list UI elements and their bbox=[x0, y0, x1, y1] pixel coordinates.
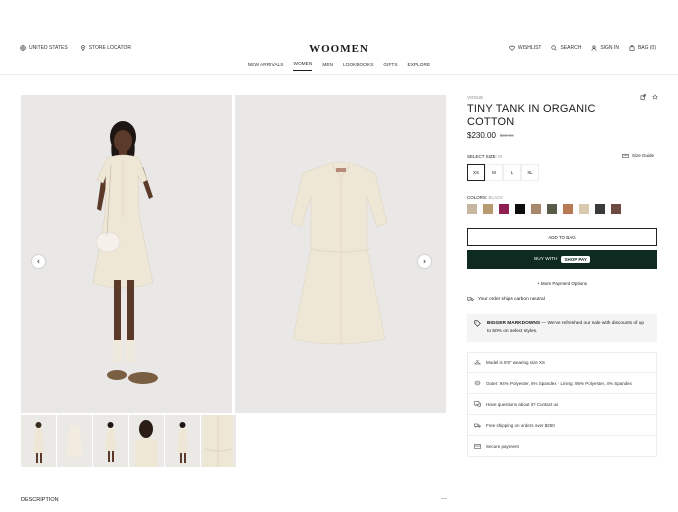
color-swatch-5[interactable] bbox=[531, 204, 541, 214]
share-icon[interactable] bbox=[640, 94, 646, 100]
shop-pay-button[interactable]: BUY WITH shop Pay bbox=[467, 250, 657, 269]
product-actions bbox=[640, 94, 658, 100]
nav-new-arrivals[interactable]: NEW ARRIVALS bbox=[248, 63, 284, 71]
description-toggle[interactable]: DESCRIPTION bbox=[21, 497, 59, 503]
colors-label-text: COLORS: bbox=[467, 195, 488, 200]
tag-icon bbox=[474, 320, 481, 327]
size-option-m[interactable]: M bbox=[485, 164, 503, 181]
search-label: SEARCH bbox=[560, 45, 582, 51]
sign-in-link[interactable]: SIGN IN bbox=[591, 45, 619, 51]
markdown-banner: BIGGER MARKDOWNS — We've refreshed our s… bbox=[467, 314, 657, 342]
truck-leaf-icon bbox=[467, 296, 474, 302]
original-price: $69.95 bbox=[499, 133, 514, 138]
color-swatch-6[interactable] bbox=[547, 204, 557, 214]
size-guide-link[interactable]: Size Guide bbox=[622, 153, 654, 158]
shop-pay-logo: shop Pay bbox=[561, 256, 590, 263]
thumbnail-1[interactable] bbox=[21, 415, 56, 467]
thumbnail-5[interactable] bbox=[165, 415, 200, 467]
info-row-payment: Secure payment bbox=[467, 436, 657, 457]
bag-label: BAG (0) bbox=[637, 45, 656, 51]
price-block: $230.00 $69.95 bbox=[467, 131, 514, 140]
wishlist-link[interactable]: WISHLIST bbox=[509, 45, 542, 51]
hanger-icon bbox=[474, 360, 481, 365]
info-row-fabric: Outer: 94% Polyester, 6% Spandex · Linin… bbox=[467, 373, 657, 394]
size-selector: XS M L XL bbox=[467, 164, 539, 181]
heart-icon bbox=[509, 45, 515, 51]
colors-label: COLORS: BLACK bbox=[467, 195, 503, 200]
gallery-next-button[interactable] bbox=[418, 255, 431, 268]
info-row-contact[interactable]: Have questions about it? Contact us bbox=[467, 394, 657, 415]
header-right: WISHLIST SEARCH SIGN IN BAG (0) bbox=[509, 45, 656, 51]
gallery-prev-button[interactable] bbox=[32, 255, 45, 268]
thumbnail-3[interactable] bbox=[93, 415, 128, 467]
chevron-left-icon bbox=[36, 259, 41, 264]
info-text-model: Model is 5'8" wearing size XS bbox=[486, 360, 545, 365]
colors-label-value: BLACK bbox=[488, 195, 504, 200]
thumbnail-4[interactable] bbox=[129, 415, 164, 467]
chat-icon bbox=[474, 401, 481, 407]
thumbnail-strip bbox=[21, 415, 236, 467]
color-swatch-10[interactable] bbox=[611, 204, 621, 214]
card-icon bbox=[474, 443, 481, 449]
header-divider bbox=[0, 74, 678, 75]
info-row-shipping: Free shipping on orders over $250 bbox=[467, 415, 657, 436]
bag-icon bbox=[629, 45, 635, 51]
color-swatch-2[interactable] bbox=[483, 204, 493, 214]
product-image-model bbox=[21, 95, 232, 413]
markdown-title: BIGGER MARKDOWNS bbox=[487, 321, 541, 326]
size-label-value: M bbox=[498, 154, 502, 159]
color-swatches bbox=[467, 204, 621, 214]
size-guide-label: Size Guide bbox=[632, 153, 655, 158]
color-swatch-9[interactable] bbox=[595, 204, 605, 214]
size-option-xl[interactable]: XL bbox=[521, 164, 539, 181]
product-title: TINY TANK IN ORGANIC COTTON bbox=[467, 103, 596, 128]
wishlist-label: WISHLIST bbox=[517, 45, 542, 51]
truck-icon bbox=[474, 423, 481, 428]
info-text-contact: Have questions about it? Contact us bbox=[486, 401, 559, 407]
buy-with-label: BUY WITH bbox=[534, 257, 558, 262]
thumbnail-6[interactable] bbox=[201, 415, 236, 467]
nav-explore[interactable]: EXPLORE bbox=[408, 63, 431, 71]
info-text-shipping: Free shipping on orders over $250 bbox=[486, 422, 555, 428]
info-row-model: Model is 5'8" wearing size XS bbox=[467, 352, 657, 373]
color-swatch-3[interactable] bbox=[499, 204, 509, 214]
size-option-l[interactable]: L bbox=[503, 164, 521, 181]
size-option-xs[interactable]: XS bbox=[467, 164, 485, 181]
search-icon bbox=[551, 45, 558, 51]
sign-in-label: SIGN IN bbox=[600, 45, 619, 51]
more-payment-options-link[interactable]: + More Payment Options bbox=[467, 281, 657, 286]
info-text-payment: Secure payment bbox=[486, 443, 519, 449]
color-swatch-7[interactable] bbox=[563, 204, 573, 214]
size-label: SELECT SIZE: M bbox=[467, 154, 502, 159]
carbon-neutral-note: Your order ships carbon neutral bbox=[467, 296, 545, 302]
size-label-text: SELECT SIZE: bbox=[467, 154, 497, 159]
collapse-icon[interactable]: — bbox=[441, 496, 447, 502]
thumbnail-2[interactable] bbox=[57, 415, 92, 467]
add-to-bag-button[interactable]: ADD TO BAG bbox=[467, 228, 657, 246]
chevron-right-icon bbox=[422, 259, 427, 264]
current-price: $230.00 bbox=[467, 131, 496, 140]
info-text-fabric: Outer: 94% Polyester, 6% Spandex · Linin… bbox=[486, 380, 632, 386]
search-link[interactable]: SEARCH bbox=[551, 45, 581, 51]
product-brand[interactable]: VOGUE bbox=[467, 95, 483, 100]
main-nav: NEW ARRIVALS WOMEN MEN LOOKBOOKS GIFTS E… bbox=[0, 62, 678, 71]
fabric-icon bbox=[474, 380, 481, 386]
ruler-icon bbox=[622, 153, 629, 158]
carbon-text: Your order ships carbon neutral bbox=[478, 296, 545, 302]
color-swatch-8[interactable] bbox=[579, 204, 589, 214]
bag-link[interactable]: BAG (0) bbox=[629, 45, 656, 51]
product-image-flat bbox=[235, 95, 446, 413]
nav-men[interactable]: MEN bbox=[322, 63, 333, 71]
nav-gifts[interactable]: GIFTS bbox=[383, 63, 397, 71]
nav-women[interactable]: WOMEN bbox=[293, 62, 313, 71]
favorite-star-icon[interactable] bbox=[652, 94, 658, 100]
color-swatch-4[interactable] bbox=[515, 204, 525, 214]
nav-lookbooks[interactable]: LOOKBOOKS bbox=[343, 63, 373, 71]
user-icon bbox=[591, 45, 597, 51]
color-swatch-1[interactable] bbox=[467, 204, 477, 214]
